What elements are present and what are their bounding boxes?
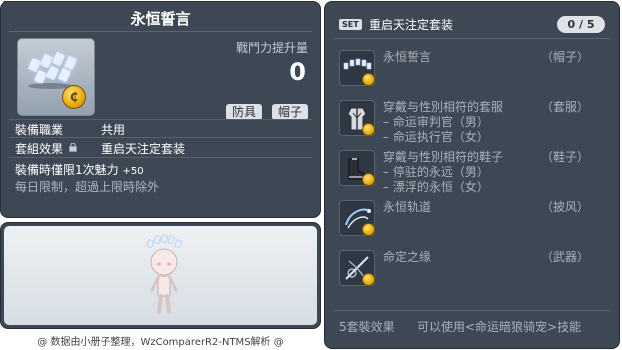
daily-limit-text: 每日限制，超過上限時除外 (15, 180, 160, 194)
set-item-type: （帽子） (540, 50, 589, 64)
character-preview-panel (0, 222, 321, 329)
set-header-divider (333, 38, 611, 39)
set-count-badge: 0 / 5 (557, 16, 605, 33)
set-item-suit[interactable]: 穿戴与性別相符的套服 – 命运审判官（男） – 命运执行官（女） （套服） (335, 100, 609, 144)
coin-icon (362, 273, 375, 286)
divider (9, 119, 312, 120)
coin-icon: ₵ (62, 85, 86, 109)
charm-limit-label: 裝備時僅限1次魅力 (15, 163, 119, 177)
set-effect-label: 套組效果 (15, 142, 64, 156)
set-bonus-description: 可以使用<命运暗狼骑宠>技能 (417, 320, 582, 334)
set-item-weapon[interactable]: 命定之缘 （武器） (335, 250, 609, 290)
coin-icon (362, 73, 375, 86)
set-item-type: （鞋子） (540, 150, 589, 164)
tag-armor: 防具 (225, 104, 262, 120)
item-tooltip-panel: 永恒誓言 ₵ 戰鬥力提升量 0 防具 帽子 裝備職業 共用 套組效果 重启天注定… (0, 1, 321, 218)
tag-hat: 帽子 (271, 104, 308, 120)
set-item-type: （披风） (540, 200, 589, 214)
cape-icon (339, 200, 375, 236)
set-item-type: （武器） (540, 250, 589, 264)
set-name: 重启天注定套装 (369, 18, 454, 32)
set-badge: SET (339, 19, 362, 30)
header-divider (9, 31, 312, 32)
lock-icon (69, 143, 77, 152)
job-label: 裝備職業 (15, 123, 64, 137)
divider (9, 157, 312, 158)
shoe-icon (339, 150, 375, 186)
set-item-sub: – 漂浮的永恒（女） (383, 180, 489, 194)
job-value: 共用 (101, 123, 126, 137)
set-item-type: （套服） (540, 100, 589, 114)
item-icon-box: ₵ (17, 38, 95, 116)
item-name: 永恒誓言 (130, 10, 191, 28)
set-item-name: 永恒轨道 (383, 200, 432, 214)
character-avatar (146, 234, 183, 314)
suit-icon (339, 100, 375, 136)
set-item-name: 永恒誓言 (383, 50, 432, 64)
coin-icon (362, 223, 375, 236)
charm-limit-text: 裝備時僅限1次魅力 +50 (15, 161, 144, 178)
set-item-name: 命定之缘 (383, 250, 432, 264)
set-item-sub: – 命运执行官（女） (383, 130, 489, 144)
coin-icon (362, 123, 375, 136)
charm-bonus-value: +50 (122, 166, 144, 177)
preview-background (4, 226, 317, 325)
combat-power-label: 戰鬥力提升量 (235, 41, 308, 55)
weapon-icon (339, 250, 375, 286)
set-effect-panel: SET 重启天注定套装 0 / 5 永恒誓言 （帽子） 穿戴与性別相符的套服 –… (324, 1, 620, 349)
crown-icon (339, 50, 375, 86)
set-bonus-label: 5套裝效果 (339, 320, 395, 334)
set-item-cape[interactable]: 永恒轨道 （披风） (335, 200, 609, 240)
footer-credit: @ 数据由小册子整理，WzComparerR2-NTMS解析 @ (37, 337, 284, 348)
divider (9, 137, 312, 138)
combat-power-value: 0 (289, 58, 306, 86)
set-item-shoes[interactable]: 穿戴与性別相符的鞋子 – 停驻的永远（男） – 漂浮的永恒（女） （鞋子） (335, 150, 609, 194)
set-item-hat[interactable]: 永恒誓言 （帽子） (335, 50, 609, 90)
set-effect-value[interactable]: 重启天注定套装 (101, 140, 185, 157)
coin-icon (362, 173, 375, 186)
bonus-divider (333, 310, 611, 311)
